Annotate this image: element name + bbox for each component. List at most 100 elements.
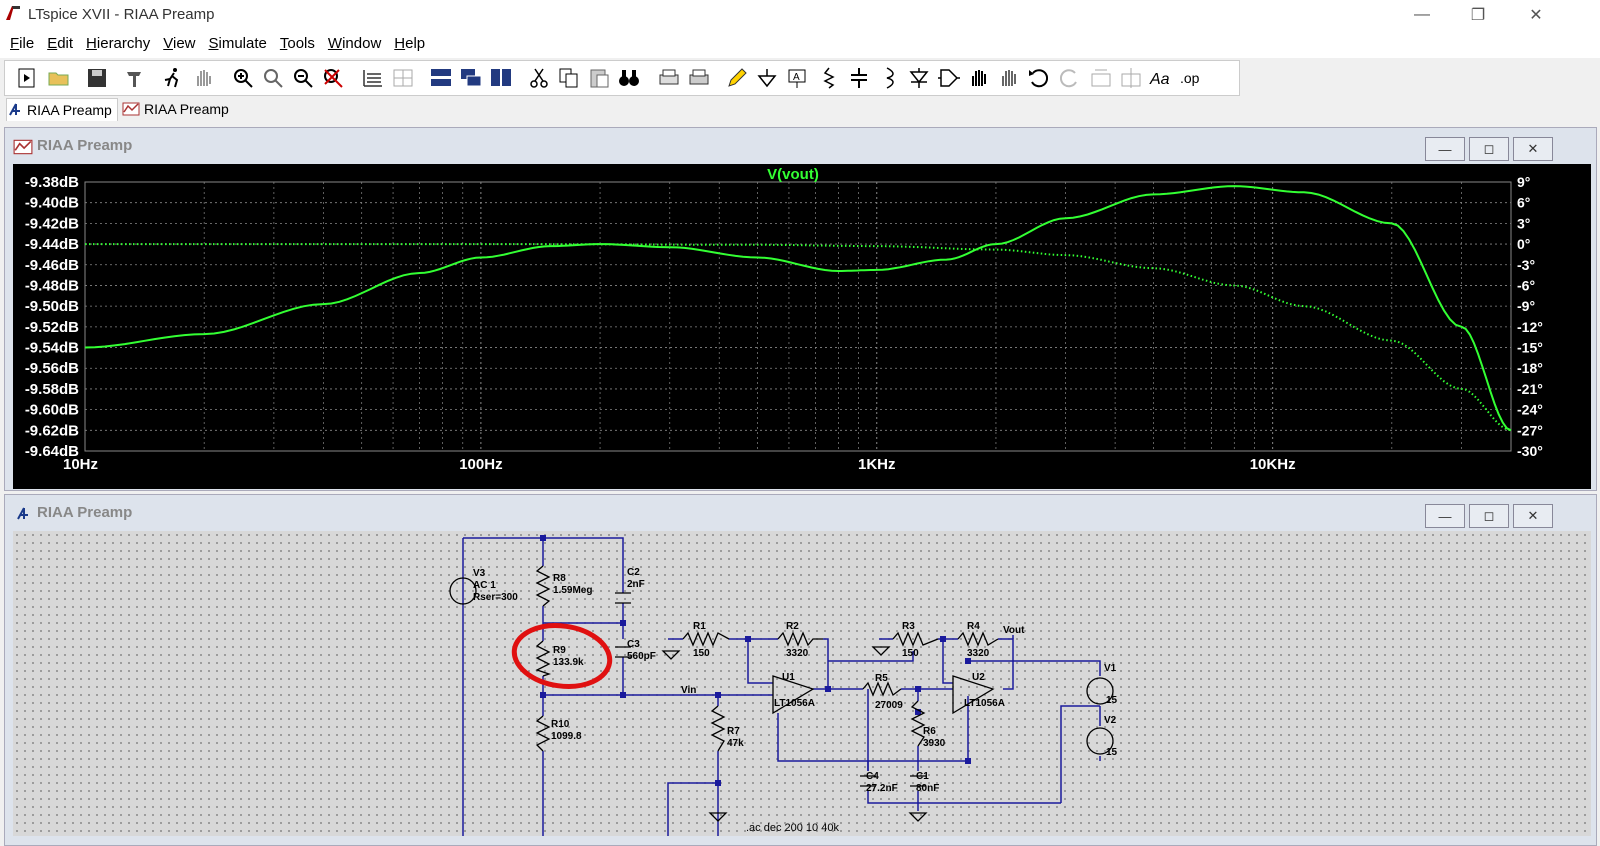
drag-hand-icon[interactable] (997, 66, 1021, 90)
y2-tick-label: 0° (1517, 236, 1530, 252)
waveform-plot-pane[interactable]: -9.38dB -9.40dB -9.42dB -9.44dB -9.46dB -9.48… (13, 164, 1591, 489)
draw-wire-pencil-icon[interactable] (725, 66, 749, 90)
schematic-close-button[interactable]: ✕ (1513, 504, 1553, 528)
capacitor-c2 (615, 592, 631, 604)
close-button[interactable]: ✕ (1508, 0, 1564, 30)
new-schematic-icon[interactable] (15, 66, 39, 90)
y2-tick-label: -6° (1517, 277, 1535, 293)
waveform-minimize-button[interactable]: — (1425, 137, 1465, 161)
move-hand-icon[interactable] (967, 66, 991, 90)
component-name: R7 (727, 726, 740, 737)
zoom-fit-icon[interactable] (321, 66, 345, 90)
menu-hierarchy[interactable]: Hierarchy (86, 30, 153, 52)
autorange-icon[interactable] (361, 66, 385, 90)
component-name: U1 (782, 672, 795, 683)
tab-schematic[interactable]: RIAA Preamp (6, 98, 118, 121)
magnitude-trace (84, 185, 1512, 432)
component-value: 2nF (627, 579, 645, 590)
label-net-icon[interactable]: A (785, 66, 809, 90)
schematic-drawing[interactable]: V3AC 1Rser=300 R81.59Meg C22nF R9133.9k C356… (13, 531, 1591, 836)
menu-window[interactable]: Window (328, 30, 384, 52)
schematic-window-titlebar[interactable]: RIAA Preamp — ◻ ✕ (5, 495, 1596, 531)
halt-hand-icon[interactable] (191, 66, 215, 90)
component-name: R4 (967, 621, 980, 632)
y-tick-label: -9.56dB (25, 360, 79, 377)
save-icon[interactable] (85, 66, 109, 90)
resistor-r3 (892, 631, 939, 647)
print-icon[interactable] (657, 66, 681, 90)
tab-waveform[interactable]: RIAA Preamp (122, 98, 232, 120)
ltspice-app-icon (6, 6, 20, 20)
component-name: R6 (923, 726, 936, 737)
capacitor-icon[interactable] (847, 66, 871, 90)
waveform-window-titlebar[interactable]: RIAA Preamp — ◻ ✕ (5, 128, 1596, 164)
mirror-icon[interactable] (1119, 66, 1143, 90)
plot-grid (84, 181, 1512, 452)
resistor-icon[interactable] (817, 66, 841, 90)
menu-file[interactable]: File (10, 30, 37, 52)
component-name: V2 (1104, 715, 1117, 726)
component-name: R10 (551, 719, 570, 730)
component-name: C3 (627, 639, 640, 650)
minimize-button[interactable]: — (1394, 0, 1450, 30)
component-name: R3 (902, 621, 915, 632)
ground-icon[interactable] (755, 66, 779, 90)
paste-icon[interactable] (587, 66, 611, 90)
undo-icon[interactable] (1027, 66, 1051, 90)
menu-help[interactable]: Help (394, 30, 428, 52)
copy-icon[interactable] (557, 66, 581, 90)
grid-icon[interactable] (391, 66, 415, 90)
tile-vertical-icon[interactable] (489, 66, 513, 90)
diode-icon[interactable] (907, 66, 931, 90)
tile-horizontal-icon[interactable] (429, 66, 453, 90)
waveform-close-button[interactable]: ✕ (1513, 137, 1553, 161)
cascade-windows-icon[interactable] (459, 66, 483, 90)
menu-view[interactable]: View (163, 30, 198, 52)
menu-simulate[interactable]: Simulate (209, 30, 270, 52)
print-setup-icon[interactable] (687, 66, 711, 90)
restore-button[interactable]: ❐ (1450, 0, 1506, 30)
redo-icon[interactable] (1057, 66, 1081, 90)
text-icon[interactable]: Aa (1149, 66, 1173, 90)
zoom-out-icon[interactable] (291, 66, 315, 90)
waveform-icon (122, 102, 140, 116)
control-panel-hammer-icon[interactable] (123, 66, 147, 90)
zoom-pan-icon[interactable] (261, 66, 285, 90)
title-bar: LTspice XVII - RIAA Preamp — ❐ ✕ (0, 0, 1600, 30)
menu-tools[interactable]: Tools (280, 30, 318, 52)
schematic-minimize-button[interactable]: — (1425, 504, 1465, 528)
schematic-canvas[interactable]: V3 AC 1 Rser=300 R8 1.59Meg C2 2nF R9 133.9k C3 56… (13, 531, 1591, 836)
find-binoculars-icon[interactable] (617, 66, 641, 90)
y2-tick-label: 6° (1517, 195, 1530, 211)
cut-icon[interactable] (527, 66, 551, 90)
y2-tick-label: -15° (1517, 340, 1543, 356)
component-icon[interactable] (937, 66, 961, 90)
component-name: C2 (627, 567, 640, 578)
zoom-in-icon[interactable] (231, 66, 255, 90)
component-name: R2 (786, 621, 799, 632)
inductor-icon[interactable] (877, 66, 901, 90)
svg-text:.op: .op (1180, 70, 1200, 86)
waveform-maximize-button[interactable]: ◻ (1469, 137, 1509, 161)
ground-2 (871, 646, 891, 656)
waveform-icon (13, 139, 33, 155)
x-tick-label: 1KHz (858, 456, 896, 473)
component-labels: V3AC 1Rser=300 R81.59Meg C22nF R9133.9k C356… (473, 567, 1118, 834)
resistor-r2 (777, 631, 823, 647)
open-folder-icon[interactable] (47, 66, 71, 90)
bode-plot[interactable]: -9.38dB -9.40dB -9.42dB -9.44dB -9.46dB -9.48… (13, 164, 1591, 489)
spice-directive[interactable]: .ac dec 200 10 40k (746, 822, 839, 834)
schematic-maximize-button[interactable]: ◻ (1469, 504, 1509, 528)
y2-tick-label: -12° (1517, 319, 1543, 335)
y-tick-label: -9.62dB (25, 422, 79, 439)
document-tabs: RIAA Preamp RIAA Preamp (0, 96, 1600, 122)
tab-label: RIAA Preamp (27, 102, 112, 118)
menu-edit[interactable]: Edit (47, 30, 76, 52)
run-simulation-icon[interactable] (161, 66, 185, 90)
component-value: 47k (727, 738, 744, 749)
trace-label[interactable]: V(vout) (767, 166, 819, 183)
waveform-window: RIAA Preamp — ◻ ✕ -9.38dB -9.40dB -9.42dB -… (4, 127, 1597, 491)
component-name: R9 (553, 645, 566, 656)
spice-directive-icon[interactable]: .op (1179, 66, 1203, 90)
rotate-icon[interactable] (1089, 66, 1113, 90)
